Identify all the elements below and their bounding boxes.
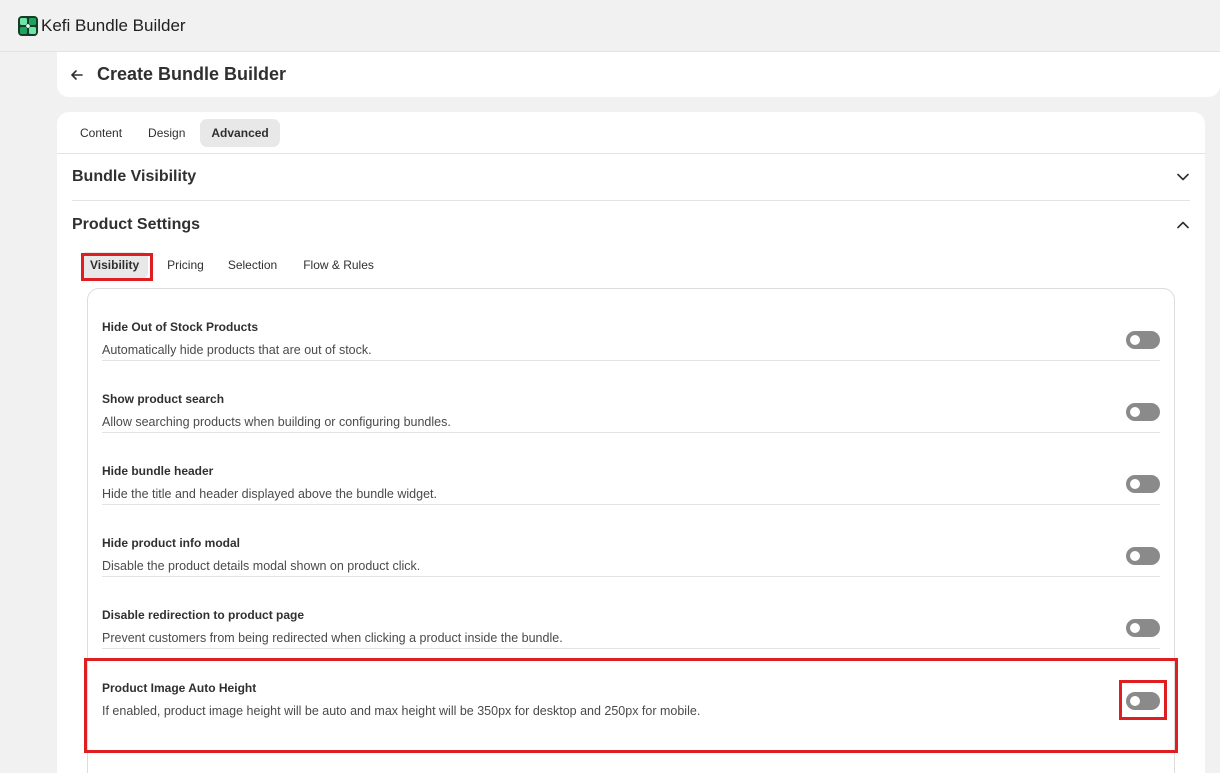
page-header: Create Bundle Builder <box>57 52 1220 97</box>
tab-design[interactable]: Design <box>137 119 196 147</box>
tab-content[interactable]: Content <box>69 119 133 147</box>
chevron-up-icon[interactable] <box>1176 218 1190 232</box>
section-title: Product Settings <box>72 215 201 233</box>
arrow-left-icon <box>71 69 83 80</box>
toggle-knob <box>1130 623 1140 633</box>
page-title: Create Bundle Builder <box>97 64 287 84</box>
toggle-switch[interactable] <box>1126 475 1160 493</box>
top-bar: Kefi Bundle Builder <box>0 0 1220 52</box>
setting-hide-out-of-stock: Hide Out of Stock Products Automatically… <box>102 289 1160 361</box>
setting-description: Prevent customers from being redirected … <box>102 631 563 645</box>
product-settings-section[interactable]: Product Settings <box>72 201 1190 248</box>
setting-description: Automatically hide products that are out… <box>102 343 372 357</box>
tab-advanced[interactable]: Advanced <box>200 118 280 147</box>
bundle-visibility-section[interactable]: Bundle Visibility <box>72 154 1190 201</box>
setting-hide-product-info-modal: Hide product info modal Disable the prod… <box>102 505 1160 577</box>
subtab-selection[interactable]: Selection <box>219 252 286 278</box>
subtab-pricing[interactable]: Pricing <box>158 252 213 278</box>
tab-bar: Content Design Advanced <box>57 112 1205 154</box>
back-button[interactable] <box>71 69 85 80</box>
toggle-switch[interactable] <box>1126 547 1160 565</box>
subtab-flow-rules[interactable]: Flow & Rules <box>294 252 383 278</box>
setting-title: Hide Out of Stock Products <box>102 320 259 334</box>
app-title: Kefi Bundle Builder <box>41 15 186 35</box>
toggle-knob <box>1130 479 1140 489</box>
setting-description: Disable the product details modal shown … <box>102 559 421 573</box>
setting-show-product-search: Show product search Allow searching prod… <box>102 361 1160 433</box>
setting-title: Hide bundle header <box>102 464 214 478</box>
highlight-auto-height-toggle <box>1119 680 1167 720</box>
chevron-down-icon[interactable] <box>1176 170 1190 184</box>
setting-disable-redirection: Disable redirection to product page Prev… <box>102 577 1160 649</box>
toggle-knob <box>1130 335 1140 345</box>
toggle-switch[interactable] <box>1126 331 1160 349</box>
setting-title: Hide product info modal <box>102 536 240 550</box>
setting-title: Show product search <box>102 392 225 406</box>
setting-hide-bundle-header: Hide bundle header Hide the title and he… <box>102 433 1160 505</box>
highlight-visibility-tab <box>81 253 153 281</box>
toggle-knob <box>1130 551 1140 561</box>
toggle-knob <box>1130 407 1140 417</box>
kefi-logo-icon <box>18 15 38 36</box>
setting-description: Hide the title and header displayed abov… <box>102 487 437 501</box>
section-title: Bundle Visibility <box>72 168 197 185</box>
toggle-switch[interactable] <box>1126 619 1160 637</box>
setting-description: Allow searching products when building o… <box>102 415 451 429</box>
toggle-switch[interactable] <box>1126 403 1160 421</box>
highlight-auto-height-row <box>84 658 1178 753</box>
setting-title: Disable redirection to product page <box>102 608 305 622</box>
